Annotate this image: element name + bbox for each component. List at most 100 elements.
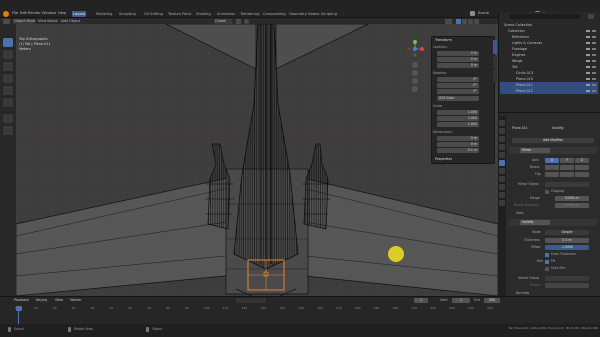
outliner-filter-icon[interactable] <box>588 14 594 19</box>
flip-x-toggle[interactable] <box>545 172 559 177</box>
menu-render[interactable]: Render <box>28 11 41 16</box>
axis-z-toggle[interactable]: Z <box>575 158 589 163</box>
pan-hand-icon[interactable] <box>412 70 418 76</box>
tab-geometry-nodes[interactable]: Geometry Nodes <box>288 11 320 17</box>
bisect-x-toggle[interactable] <box>545 165 559 170</box>
menu-edit[interactable]: Edit <box>20 11 27 16</box>
location-x-field[interactable]: 0 m <box>437 51 479 56</box>
camera-view-icon[interactable] <box>412 78 418 84</box>
rotation-x-field[interactable]: 0° <box>437 77 479 82</box>
bisect-distance-field[interactable]: 0.001 m <box>555 203 589 208</box>
render-props-tab-icon[interactable] <box>499 120 505 126</box>
dimensions-x-field[interactable]: 0 m <box>437 136 479 141</box>
tab-animation[interactable]: Animation <box>216 11 236 17</box>
clipping-checkbox[interactable] <box>545 190 549 194</box>
tab-compositing[interactable]: Compositing <box>262 11 287 17</box>
only-rim-checkbox[interactable] <box>545 267 549 271</box>
modifier-props-tab-icon[interactable] <box>499 160 505 166</box>
add-modifier-button[interactable]: Add Modifier <box>512 138 594 143</box>
location-y-field[interactable]: 0 m <box>437 57 479 62</box>
scale-x-field[interactable]: 1.000 <box>437 110 479 115</box>
rotate-tool-icon[interactable] <box>3 74 13 83</box>
axis-y-toggle[interactable]: Y <box>560 158 574 163</box>
fill-checkbox[interactable] <box>545 260 549 264</box>
material-props-tab-icon[interactable] <box>499 200 505 206</box>
timeline-menu-keying[interactable]: Keying <box>36 298 47 302</box>
particles-props-tab-icon[interactable] <box>499 168 505 174</box>
merge-field[interactable]: 0.001 m <box>555 196 589 201</box>
properties-panel-header[interactable]: Properties <box>435 157 452 161</box>
mirror-modifier-name[interactable]: Mirror <box>520 148 550 153</box>
bisect-y-toggle[interactable] <box>560 165 574 170</box>
transform-header[interactable]: Transform <box>435 38 452 42</box>
tab-texture-paint[interactable]: Texture Paint <box>167 11 192 17</box>
measure-tool-icon[interactable] <box>3 126 13 135</box>
outliner-item[interactable]: Plane.012 <box>500 88 598 94</box>
tab-modeling[interactable]: Modeling <box>95 11 113 17</box>
thickness-field[interactable]: 0.1 m <box>545 238 589 243</box>
scale-z-field[interactable]: 1.000 <box>437 122 479 127</box>
scale-tool-icon[interactable] <box>3 86 13 95</box>
rotation-mode-dropdown[interactable]: XYZ Euler <box>437 96 479 101</box>
menu-help[interactable]: Help <box>58 11 66 16</box>
menu-file[interactable]: File <box>12 11 18 16</box>
3d-viewport[interactable] <box>16 24 498 296</box>
bisect-z-toggle[interactable] <box>575 165 589 170</box>
current-frame-field[interactable]: 1 <box>414 298 428 303</box>
n-panel-tab-item[interactable] <box>493 40 497 54</box>
solidify-mode-dropdown[interactable]: Simple <box>545 230 589 235</box>
end-frame-field[interactable]: 250 <box>484 298 500 303</box>
flip-y-toggle[interactable] <box>560 172 574 177</box>
tab-layout[interactable]: Layout <box>72 11 87 17</box>
visibility-eye-icon[interactable] <box>586 30 590 94</box>
offset-field[interactable]: -1.0000 <box>545 245 589 250</box>
even-thickness-checkbox[interactable] <box>545 253 549 257</box>
axis-x-toggle[interactable]: X <box>545 158 559 163</box>
move-tool-icon[interactable] <box>3 62 13 71</box>
transform-tool-icon[interactable] <box>3 98 13 107</box>
perspective-toggle-icon[interactable] <box>412 86 418 92</box>
n-panel-tab-tool[interactable] <box>493 56 497 68</box>
outliner-search-input[interactable] <box>510 14 580 19</box>
cursor-tool-icon[interactable] <box>3 50 13 59</box>
dimensions-z-field[interactable]: 0.1 m <box>437 148 479 153</box>
dimensions-y-field[interactable]: 0 m <box>437 142 479 147</box>
navigation-gizmo[interactable] <box>406 40 424 58</box>
tab-rendering[interactable]: Rendering <box>240 11 260 17</box>
object-props-tab-icon[interactable] <box>499 152 505 158</box>
tab-shading[interactable]: Shading <box>195 11 212 17</box>
output-props-tab-icon[interactable] <box>499 128 505 134</box>
factor-field[interactable] <box>545 283 589 288</box>
annotate-tool-icon[interactable] <box>3 114 13 123</box>
tab-scripting[interactable]: Scripting <box>320 11 338 17</box>
scale-y-field[interactable]: 1.000 <box>437 116 479 121</box>
rotation-z-field[interactable]: 0° <box>437 89 479 94</box>
select-box-tool-icon[interactable] <box>3 38 13 47</box>
timeline-menu-marker[interactable]: Marker <box>70 298 82 302</box>
location-z-field[interactable]: 0 m <box>437 63 479 68</box>
start-frame-field[interactable]: 1 <box>452 298 470 303</box>
rotation-y-field[interactable]: 0° <box>437 83 479 88</box>
mirror-object-field[interactable] <box>545 182 589 187</box>
timeline-menu-playback[interactable]: Playback <box>14 298 29 302</box>
world-props-tab-icon[interactable] <box>499 144 505 150</box>
playhead[interactable] <box>16 306 22 311</box>
blender-logo-icon[interactable] <box>3 11 9 17</box>
tab-sculpting[interactable]: Sculpting <box>118 11 137 17</box>
physics-props-tab-icon[interactable] <box>499 176 505 182</box>
flip-z-toggle[interactable] <box>575 172 589 177</box>
vertex-group-field[interactable] <box>545 276 589 281</box>
data-panel-header[interactable]: Data <box>516 211 524 216</box>
solidify-modifier-name[interactable]: Solidify <box>520 220 550 225</box>
scene-icon[interactable] <box>470 11 475 16</box>
timeline-menu-view[interactable]: View <box>55 298 63 302</box>
constraints-props-tab-icon[interactable] <box>499 184 505 190</box>
scene-props-tab-icon[interactable] <box>499 136 505 142</box>
menu-window[interactable]: Window <box>42 11 56 16</box>
render-camera-icon[interactable] <box>592 30 596 94</box>
zoom-icon[interactable] <box>412 62 418 68</box>
play-controls[interactable] <box>236 298 266 303</box>
data-props-tab-icon[interactable] <box>499 192 505 198</box>
n-panel-tab-view[interactable] <box>493 70 497 82</box>
tab-uv-editing[interactable]: UV Editing <box>143 11 164 17</box>
